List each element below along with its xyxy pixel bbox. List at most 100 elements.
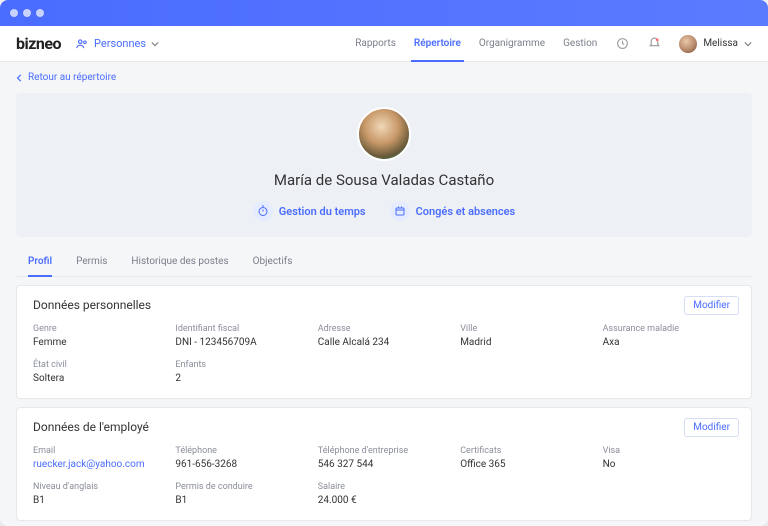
window-close-dot[interactable] (10, 9, 18, 17)
field (603, 360, 735, 384)
nav-repertoire[interactable]: Répertoire (414, 26, 461, 61)
field: Ville Madrid (460, 324, 592, 348)
field: Certificats Office 365 (460, 446, 592, 470)
action-label: Gestion du temps (279, 205, 366, 218)
tab-permis[interactable]: Permis (76, 247, 107, 276)
bell-icon[interactable] (647, 37, 661, 51)
field: Enfants 2 (175, 360, 307, 384)
field-value: No (603, 459, 735, 470)
field (460, 360, 592, 384)
field-label: Ville (460, 324, 592, 334)
field-label: Adresse (318, 324, 450, 334)
field-value: Femme (33, 337, 165, 348)
people-icon (75, 37, 89, 51)
personal-grid: Genre Femme Identifiant fiscal DNI - 123456… (33, 324, 735, 384)
window-max-dot[interactable] (36, 9, 44, 17)
field: Niveau d'anglais B1 (33, 482, 165, 506)
field-label: Permis de conduire (175, 482, 307, 492)
field-label: Certificats (460, 446, 592, 456)
clock-icon[interactable] (615, 37, 629, 51)
card-title: Données de l'employé (33, 420, 735, 434)
field: Visa No (603, 446, 735, 470)
field-label: État civil (33, 360, 165, 370)
field-value[interactable]: ruecker.jack@yahoo.com (33, 459, 165, 470)
field: Assurance maladie Axa (603, 324, 735, 348)
field-value: Madrid (460, 337, 592, 348)
window-controls (10, 9, 44, 17)
app-logo: bizneo (16, 34, 61, 53)
field-label: Niveau d'anglais (33, 482, 165, 492)
window-titlebar (0, 0, 768, 26)
user-avatar (679, 35, 697, 53)
field: État civil Soltera (33, 360, 165, 384)
nav-rapports[interactable]: Rapports (355, 26, 396, 61)
field-value: Office 365 (460, 459, 592, 470)
field-value: 961-656-3268 (175, 459, 307, 470)
window-min-dot[interactable] (23, 9, 31, 17)
module-switcher[interactable]: Personnes (75, 37, 159, 51)
profile-tabs: Profil Permis Historique des postes Obje… (16, 247, 752, 277)
field-value: 2 (175, 373, 307, 384)
field-value: B1 (33, 495, 165, 506)
card-title: Données personnelles (33, 298, 735, 312)
tab-objectifs[interactable]: Objectifs (253, 247, 293, 276)
field-value: Soltera (33, 373, 165, 384)
field-value: 24.000 € (318, 495, 450, 506)
card-personal-data: Données personnelles Modifier Genre Femme… (16, 285, 752, 399)
field-value: Axa (603, 337, 735, 348)
nav-gestion[interactable]: Gestion (563, 26, 597, 61)
back-link[interactable]: Retour au répertoire (16, 62, 752, 93)
action-time-management[interactable]: Gestion du temps (253, 201, 366, 221)
field-value: Calle Alcalá 234 (318, 337, 450, 348)
main-content: Retour au répertoire María de Sousa Vala… (0, 62, 768, 526)
employee-avatar (357, 107, 411, 161)
card-employee-data: Données de l'employé Modifier Email rueck… (16, 407, 752, 521)
field-label: Email (33, 446, 165, 456)
field: Adresse Calle Alcalá 234 (318, 324, 450, 348)
field-label: Assurance maladie (603, 324, 735, 334)
module-name: Personnes (94, 37, 146, 50)
field: Email ruecker.jack@yahoo.com (33, 446, 165, 470)
absence-icon (390, 201, 410, 221)
field: Identifiant fiscal DNI - 123456709A (175, 324, 307, 348)
action-absences[interactable]: Congés et absences (390, 201, 516, 221)
field: Salaire 24.000 € (318, 482, 450, 506)
back-link-text: Retour au répertoire (28, 72, 116, 83)
field (603, 482, 735, 506)
field: Permis de conduire B1 (175, 482, 307, 506)
hero-actions: Gestion du temps Congés et absences (253, 201, 515, 221)
modify-button[interactable]: Modifier (684, 418, 739, 437)
stopwatch-icon (253, 201, 273, 221)
field-label: Salaire (318, 482, 450, 492)
field-label: Téléphone (175, 446, 307, 456)
tab-profil[interactable]: Profil (28, 247, 52, 276)
nav-right: Rapports Répertoire Organigramme Gestion… (355, 26, 752, 61)
chevron-down-icon (744, 40, 752, 48)
top-nav: bizneo Personnes Rapports Répertoire Org… (0, 26, 768, 62)
tab-historique[interactable]: Historique des postes (131, 247, 228, 276)
field (318, 360, 450, 384)
chevron-left-icon (16, 74, 24, 82)
chevron-down-icon (151, 40, 159, 48)
user-menu[interactable]: Melissa (679, 35, 752, 53)
field-label: Téléphone d'entreprise (318, 446, 450, 456)
employee-grid: Email ruecker.jack@yahoo.com Téléphone 961-… (33, 446, 735, 506)
field-label: Genre (33, 324, 165, 334)
field-label: Identifiant fiscal (175, 324, 307, 334)
field (460, 482, 592, 506)
user-name: Melissa (703, 38, 738, 49)
app-window: bizneo Personnes Rapports Répertoire Org… (0, 0, 768, 526)
field-label: Enfants (175, 360, 307, 370)
employee-name: María de Sousa Valadas Castaño (274, 171, 494, 189)
employee-hero: María de Sousa Valadas Castaño Gestion d… (16, 93, 752, 237)
modify-button[interactable]: Modifier (684, 296, 739, 315)
field: Téléphone 961-656-3268 (175, 446, 307, 470)
field: Genre Femme (33, 324, 165, 348)
field-value: DNI - 123456709A (175, 337, 307, 348)
field-value: 546 327 544 (318, 459, 450, 470)
action-label: Congés et absences (416, 205, 516, 218)
field-label: Visa (603, 446, 735, 456)
field-value: B1 (175, 495, 307, 506)
field: Téléphone d'entreprise 546 327 544 (318, 446, 450, 470)
nav-organigramme[interactable]: Organigramme (479, 26, 545, 61)
